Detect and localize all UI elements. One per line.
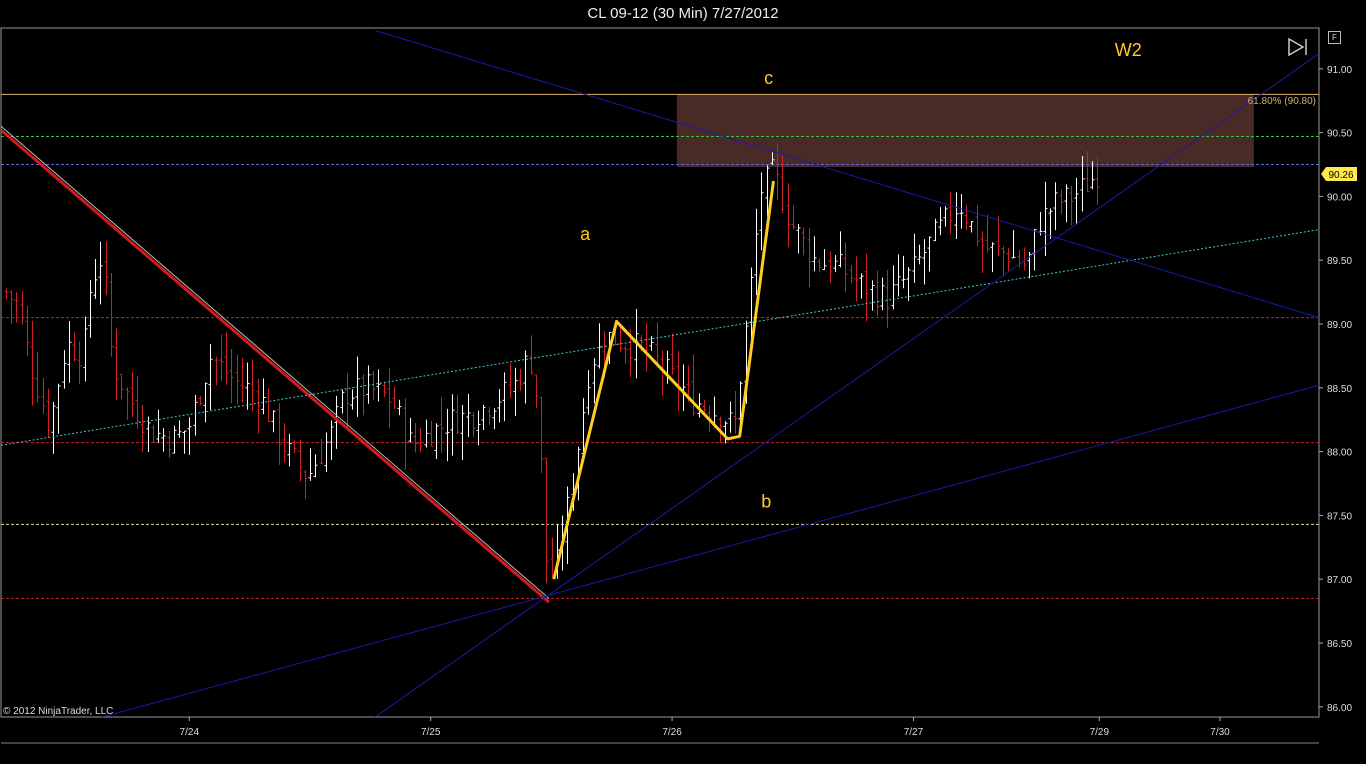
x-tick-label: 7/26 [662, 727, 682, 738]
y-tick-label: 89.50 [1327, 256, 1352, 267]
last-price-marker: 90.26 [1321, 167, 1357, 181]
wave-label-b: b [761, 492, 771, 512]
y-tick-label: 90.00 [1327, 192, 1352, 203]
y-tick-label: 88.50 [1327, 384, 1352, 395]
x-tick-label: 7/24 [180, 727, 200, 738]
x-tick-label: 7/25 [421, 727, 441, 738]
price-chart[interactable]: a b c W2 86.00 86.50 87.00 87.50 88.00 88.50 89.0… [0, 0, 1366, 764]
y-tick-label: 86.00 [1327, 703, 1352, 714]
f-button[interactable]: F [1328, 31, 1341, 44]
y-tick-label: 86.50 [1327, 639, 1352, 650]
y-tick-label: 87.00 [1327, 575, 1352, 586]
wave-label-a: a [580, 224, 591, 244]
fib-level-label: 61.80% (90.80) [1248, 96, 1316, 107]
last-price-label: 90.26 [1328, 170, 1353, 181]
wave-label-w2: W2 [1115, 40, 1142, 60]
play-end-icon[interactable] [1287, 37, 1311, 57]
y-tick-label: 87.50 [1327, 511, 1352, 522]
y-tick-label: 89.00 [1327, 320, 1352, 331]
copyright-text: © 2012 NinjaTrader, LLC [3, 706, 114, 717]
y-tick-label: 90.50 [1327, 129, 1352, 140]
wave-label-c: c [764, 68, 773, 88]
y-tick-label: 88.00 [1327, 448, 1352, 459]
y-tick-label: 91.00 [1327, 65, 1352, 76]
x-tick-label: 7/27 [904, 727, 924, 738]
resistance-zone [676, 94, 1254, 168]
x-tick-label: 7/30 [1210, 727, 1230, 738]
x-tick-label: 7/29 [1090, 727, 1110, 738]
